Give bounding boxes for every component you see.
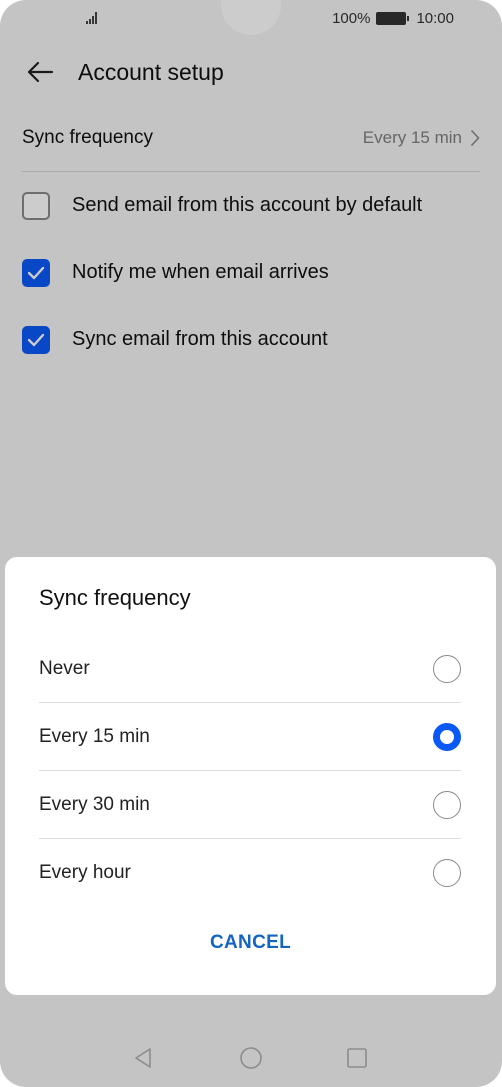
radio-every-30-min[interactable] [433,790,461,819]
radio-never[interactable] [433,654,461,683]
circle-home-icon [240,1047,262,1069]
cancel-button[interactable]: CANCEL [5,932,496,954]
option-label: Never [39,657,90,679]
option-label: Every 30 min [39,793,150,815]
system-nav-bar [0,1027,502,1087]
option-every-15-min[interactable]: Every 15 min [39,703,461,771]
nav-home-button[interactable] [238,1045,264,1071]
option-label: Every hour [39,862,131,883]
dialog-title: Sync frequency [39,585,191,610]
triangle-back-icon [135,1048,151,1068]
option-label: Every 15 min [39,725,150,747]
radio-every-hour[interactable] [433,859,461,887]
radio-every-15-min[interactable] [433,722,461,751]
option-every-30-min[interactable]: Every 30 min [39,771,461,839]
option-every-hour[interactable]: Every hour [39,839,461,907]
nav-back-button[interactable] [130,1045,156,1071]
phone-screen: 100% 10:00 Account setup Sync frequency … [0,0,502,1087]
option-never[interactable]: Never [39,635,461,703]
sync-frequency-dialog: Sync frequency Never Every 15 min Every … [5,557,496,995]
option-list: Never Every 15 min Every 30 min Every ho… [39,635,461,907]
nav-recents-button[interactable] [344,1045,370,1071]
square-recents-icon [347,1048,367,1068]
